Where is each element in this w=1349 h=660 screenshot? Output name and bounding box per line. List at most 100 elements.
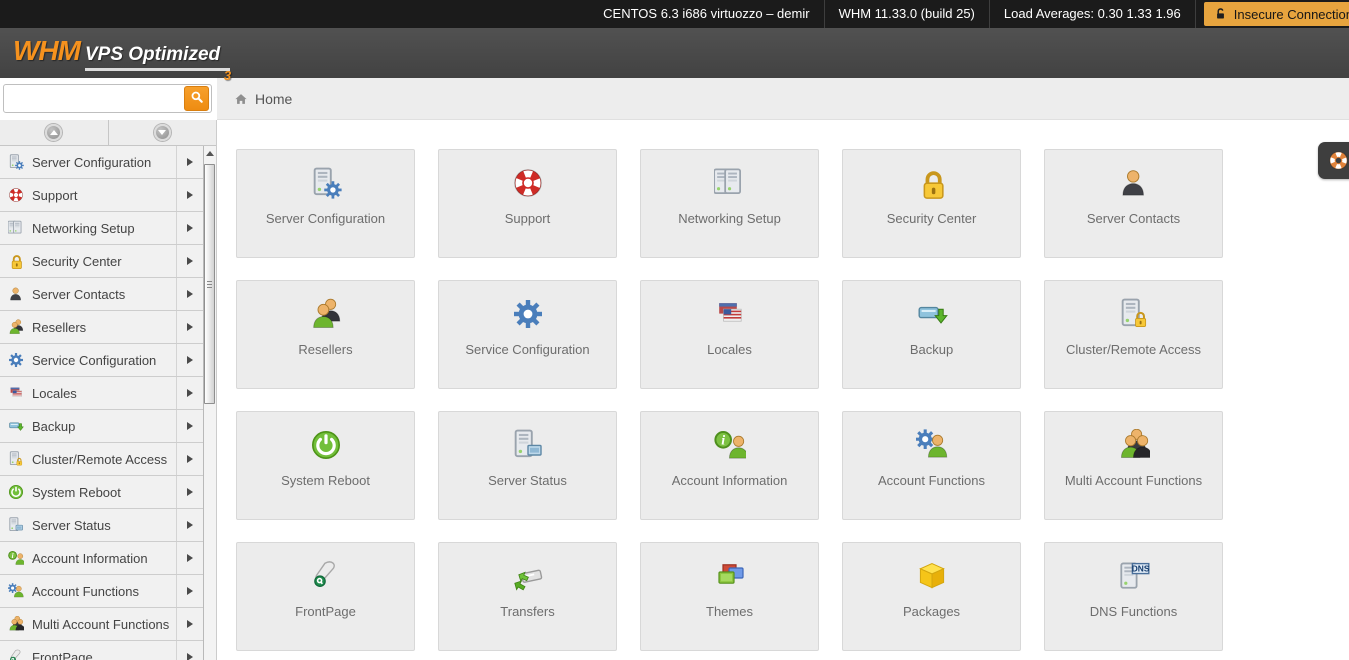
- sidebar-item-server-status[interactable]: Server Status: [0, 509, 203, 542]
- feature-card-backup[interactable]: Backup: [842, 280, 1021, 389]
- sidebar-item-support[interactable]: Support: [0, 179, 203, 212]
- sidebar-item-account-functions[interactable]: Account Functions: [0, 575, 203, 608]
- sidebar-item-multi-account-functions[interactable]: Multi Account Functions: [0, 608, 203, 641]
- sidebar-item-locales[interactable]: Locales: [0, 377, 203, 410]
- chevron-right-icon: [187, 224, 193, 232]
- expand-arrow[interactable]: [176, 509, 203, 541]
- networking-setup-icon: [8, 220, 24, 236]
- expand-arrow[interactable]: [176, 179, 203, 211]
- sidebar-item-resellers[interactable]: Resellers: [0, 311, 203, 344]
- multi-account-functions-icon: [8, 616, 24, 632]
- sidebar-menu: Server Configuration Support Networking …: [0, 146, 203, 660]
- insecure-connection-label: Insecure Connection: [1234, 7, 1349, 22]
- expand-arrow[interactable]: [176, 311, 203, 343]
- expand-arrow[interactable]: [176, 575, 203, 607]
- expand-arrow[interactable]: [176, 377, 203, 409]
- sidebar-item-server-contacts[interactable]: Server Contacts: [0, 278, 203, 311]
- account-functions-icon: [916, 429, 948, 461]
- search-input[interactable]: [3, 84, 212, 113]
- feature-card-locales[interactable]: Locales: [640, 280, 819, 389]
- service-configuration-icon: [512, 298, 544, 330]
- feature-card-networking-setup[interactable]: Networking Setup: [640, 149, 819, 258]
- toolbar: Home: [0, 78, 1349, 120]
- server-contacts-icon: [1118, 167, 1150, 199]
- feature-card-multi-account-functions[interactable]: Multi Account Functions: [1044, 411, 1223, 520]
- breadcrumb: Home: [217, 78, 1349, 120]
- server-status-icon: [512, 429, 544, 461]
- service-configuration-icon: [8, 352, 24, 368]
- resellers-icon: [8, 319, 24, 335]
- sidebar-scroll-down-button[interactable]: [109, 120, 217, 145]
- sidebar-scroll-up-button[interactable]: [0, 120, 109, 145]
- scrollbar-thumb[interactable]: [204, 164, 215, 404]
- expand-arrow[interactable]: [176, 278, 203, 310]
- sidebar-item-server-configuration[interactable]: Server Configuration: [0, 146, 203, 179]
- sidebar-item-service-configuration[interactable]: Service Configuration: [0, 344, 203, 377]
- breadcrumb-home-link[interactable]: Home: [255, 91, 292, 107]
- logo-version-badge: 3: [224, 68, 231, 83]
- backup-icon: [916, 298, 948, 330]
- feature-card-server-contacts[interactable]: Server Contacts: [1044, 149, 1223, 258]
- top-status-bar: CENTOS 6.3 i686 virtuozzo – demir WHM 11…: [0, 0, 1349, 28]
- chevron-right-icon: [187, 389, 193, 397]
- life-ring-icon: [1328, 150, 1349, 171]
- help-button[interactable]: [1318, 142, 1349, 179]
- logo-whm-text: WHM: [13, 35, 80, 67]
- expand-arrow[interactable]: [176, 344, 203, 376]
- expand-arrow[interactable]: [176, 608, 203, 640]
- main-nav: WHM VPS Optimized 3: [0, 28, 1349, 78]
- whm-version: WHM 11.33.0 (build 25): [825, 0, 989, 28]
- feature-card-packages[interactable]: Packages: [842, 542, 1021, 651]
- search-button[interactable]: [184, 86, 209, 111]
- sidebar-item-security-center[interactable]: Security Center: [0, 245, 203, 278]
- feature-card-transfers[interactable]: Transfers: [438, 542, 617, 651]
- arrow-up-icon: [45, 124, 62, 141]
- feature-card-server-status[interactable]: Server Status: [438, 411, 617, 520]
- sidebar-item-cluster-remote-access[interactable]: Cluster/Remote Access: [0, 443, 203, 476]
- expand-arrow[interactable]: [176, 443, 203, 475]
- expand-arrow[interactable]: [176, 146, 203, 178]
- expand-arrow[interactable]: [176, 476, 203, 508]
- chevron-right-icon: [187, 620, 193, 628]
- search-icon: [190, 90, 204, 107]
- sidebar-item-frontpage[interactable]: FrontPage: [0, 641, 203, 660]
- feature-card-account-functions[interactable]: Account Functions: [842, 411, 1021, 520]
- whm-logo[interactable]: WHM VPS Optimized 3: [13, 35, 230, 71]
- insecure-connection-button[interactable]: Insecure Connection: [1204, 2, 1349, 26]
- dns-functions-icon: DNS: [1118, 560, 1150, 592]
- feature-card-themes[interactable]: Themes: [640, 542, 819, 651]
- feature-card-support[interactable]: Support: [438, 149, 617, 258]
- os-info: CENTOS 6.3 i686 virtuozzo – demir: [589, 0, 823, 28]
- expand-arrow[interactable]: [176, 212, 203, 244]
- chevron-right-icon: [187, 554, 193, 562]
- feature-card-resellers[interactable]: Resellers: [236, 280, 415, 389]
- feature-card-dns-functions[interactable]: DNS DNS Functions: [1044, 542, 1223, 651]
- feature-card-security-center[interactable]: Security Center: [842, 149, 1021, 258]
- chevron-right-icon: [187, 158, 193, 166]
- networking-setup-icon: [714, 167, 746, 199]
- sidebar-item-system-reboot[interactable]: System Reboot: [0, 476, 203, 509]
- server-contacts-icon: [8, 286, 24, 302]
- feature-card-frontpage[interactable]: FrontPage: [236, 542, 415, 651]
- feature-card-server-configuration[interactable]: Server Configuration: [236, 149, 415, 258]
- expand-arrow[interactable]: [176, 245, 203, 277]
- sidebar-item-account-information[interactable]: i Account Information: [0, 542, 203, 575]
- sidebar-item-backup[interactable]: Backup: [0, 410, 203, 443]
- server-status-icon: [8, 517, 24, 533]
- feature-card-cluster-remote-access[interactable]: Cluster/Remote Access: [1044, 280, 1223, 389]
- expand-arrow[interactable]: [176, 542, 203, 574]
- chevron-right-icon: [187, 455, 193, 463]
- feature-card-account-information[interactable]: i Account Information: [640, 411, 819, 520]
- chevron-right-icon: [187, 653, 193, 660]
- server-configuration-icon: [310, 167, 342, 199]
- chevron-right-icon: [187, 191, 193, 199]
- expand-arrow[interactable]: [176, 641, 203, 660]
- feature-card-system-reboot[interactable]: System Reboot: [236, 411, 415, 520]
- sidebar-item-networking-setup[interactable]: Networking Setup: [0, 212, 203, 245]
- feature-card-service-configuration[interactable]: Service Configuration: [438, 280, 617, 389]
- sidebar-scrollbar[interactable]: [203, 146, 216, 660]
- expand-arrow[interactable]: [176, 410, 203, 442]
- transfers-icon: [512, 560, 544, 592]
- chevron-right-icon: [187, 290, 193, 298]
- chevron-right-icon: [187, 356, 193, 364]
